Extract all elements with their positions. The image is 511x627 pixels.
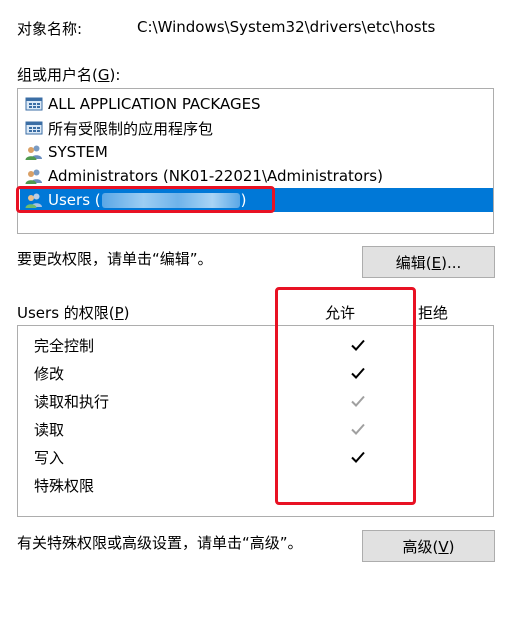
deny-header: 拒绝	[418, 304, 449, 322]
list-item-label: ALL APPLICATION PACKAGES	[48, 95, 261, 113]
permission-name: 读取	[34, 420, 65, 439]
permissions-title: Users 的权限(P)	[17, 304, 130, 322]
highlight-box-allow	[275, 287, 416, 505]
permission-name: 写入	[34, 448, 65, 467]
list-item-label: SYSTEM	[48, 143, 108, 161]
list-item[interactable]: ALL APPLICATION PACKAGES	[20, 92, 493, 116]
edit-button[interactable]: 编辑(E)...	[362, 246, 495, 278]
groups-label-text: 组或用户名(G):	[17, 66, 121, 84]
edit-hint: 要更改权限，请单击“编辑”。	[17, 250, 213, 268]
groups-label: 组或用户名(G):	[17, 64, 120, 85]
advanced-button[interactable]: 高级(V)	[362, 530, 495, 562]
list-item[interactable]: 所有受限制的应用程序包	[20, 116, 493, 140]
edit-button-label: 编辑(E)...	[395, 253, 462, 272]
object-name-label: 对象名称:	[17, 20, 83, 38]
permission-name: 完全控制	[34, 336, 95, 355]
highlight-box-users	[16, 186, 275, 213]
permission-name: 读取和执行	[34, 392, 110, 411]
object-name-value: C:\Windows\System32\drivers\etc\hosts	[137, 18, 436, 36]
list-item-label: Administrators (NK01-22021\Administrator…	[48, 167, 383, 185]
users-icon	[25, 145, 42, 160]
permissions-header: Users 的权限(P) 允许 拒绝	[17, 302, 494, 322]
advanced-hint: 有关特殊权限或高级设置，请单击“高级”。	[17, 534, 303, 552]
permission-name: 特殊权限	[34, 476, 95, 495]
object-name-row: 对象名称: C:\Windows\System32\drivers\etc\ho…	[17, 18, 497, 40]
app-packages-icon	[25, 121, 43, 135]
app-packages-icon	[25, 97, 43, 111]
permission-name: 修改	[34, 364, 65, 383]
advanced-button-label: 高级(V)	[402, 537, 455, 556]
list-item[interactable]: Administrators (NK01-22021\Administrator…	[20, 164, 493, 188]
list-item[interactable]: SYSTEM	[20, 140, 493, 164]
users-icon	[25, 169, 42, 184]
list-item-label: 所有受限制的应用程序包	[48, 119, 214, 138]
permissions-table: 完全控制 修改 读取和执行 读取 写入 特殊权限	[17, 325, 494, 517]
